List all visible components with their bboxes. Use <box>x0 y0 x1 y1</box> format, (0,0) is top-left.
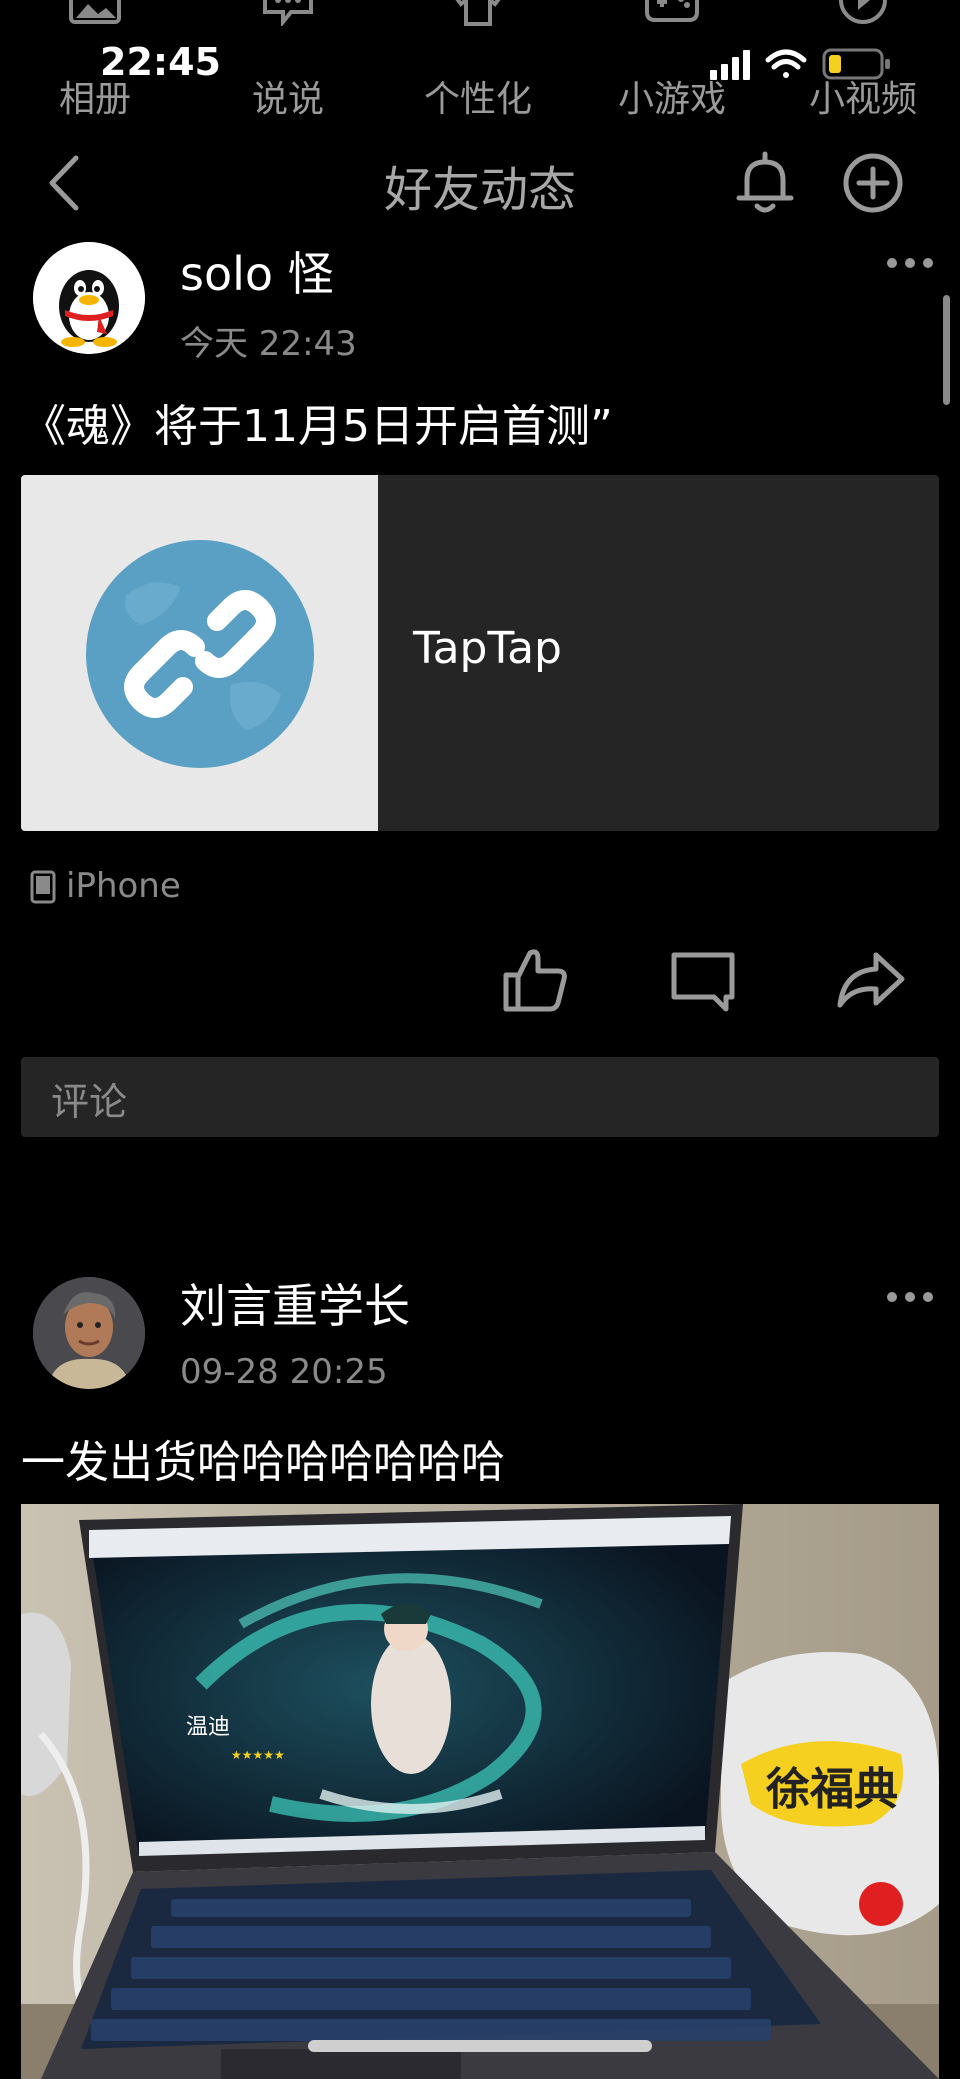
post-text: 一发出货哈哈哈哈哈哈哈 <box>21 1437 505 1488</box>
status-time: 22:45 <box>100 40 221 84</box>
comment-icon[interactable] <box>668 945 738 1015</box>
chat-bubble-icon <box>263 0 313 26</box>
bell-icon[interactable] <box>733 150 797 216</box>
scrollbar[interactable] <box>943 295 950 405</box>
nav-bar: 好友动态 <box>0 140 960 226</box>
post-photo[interactable]: 徐福典 温迪 ★★★★★ <box>21 1504 939 2079</box>
signal-icon <box>710 50 750 80</box>
play-icon <box>839 0 887 24</box>
battery-icon <box>822 48 890 80</box>
more-icon[interactable] <box>885 1290 935 1304</box>
avatar[interactable] <box>33 1277 145 1389</box>
link-card[interactable]: TapTap <box>21 475 939 831</box>
post-time: 今天 22:43 <box>180 324 357 364</box>
add-icon[interactable] <box>842 152 904 214</box>
status-icons <box>710 48 890 80</box>
wifi-icon <box>765 49 807 78</box>
man-portrait-avatar <box>33 1277 145 1389</box>
device-name: iPhone <box>66 866 181 906</box>
home-indicator[interactable] <box>308 2040 652 2052</box>
link-thumbnail <box>21 475 378 831</box>
post-time: 09-28 20:25 <box>180 1352 388 1392</box>
laptop-photo: 徐福典 温迪 ★★★★★ <box>21 1504 939 2079</box>
more-icon[interactable] <box>885 256 935 270</box>
link-globe-icon <box>86 540 314 768</box>
gamepad-icon <box>645 0 699 22</box>
phone-icon <box>30 870 56 904</box>
post-author[interactable]: 刘言重学长 <box>180 1270 410 1336</box>
comment-placeholder: 评论 <box>51 1080 128 1124</box>
bag-text: 徐福典 <box>765 1764 898 1815</box>
shirt-icon <box>455 0 501 26</box>
like-icon[interactable] <box>500 945 570 1015</box>
photo-icon <box>69 0 121 24</box>
post-text: 《魂》将于11月5日开启首测” <box>22 401 613 452</box>
qq-penguin-avatar <box>33 242 145 354</box>
link-title: TapTap <box>413 623 562 674</box>
category-shuoshuo-label: 说说 <box>251 79 324 120</box>
page-title: 好友动态 <box>383 162 576 218</box>
share-icon[interactable] <box>836 945 906 1015</box>
category-personalize-label: 个性化 <box>423 79 532 120</box>
avatar[interactable] <box>33 242 145 354</box>
comment-input[interactable]: 评论 <box>21 1057 939 1137</box>
svg-text:★★★★★: ★★★★★ <box>231 1748 285 1762</box>
post-author[interactable]: solo 怪 <box>180 238 334 304</box>
character-name: 温迪 <box>186 1715 230 1740</box>
